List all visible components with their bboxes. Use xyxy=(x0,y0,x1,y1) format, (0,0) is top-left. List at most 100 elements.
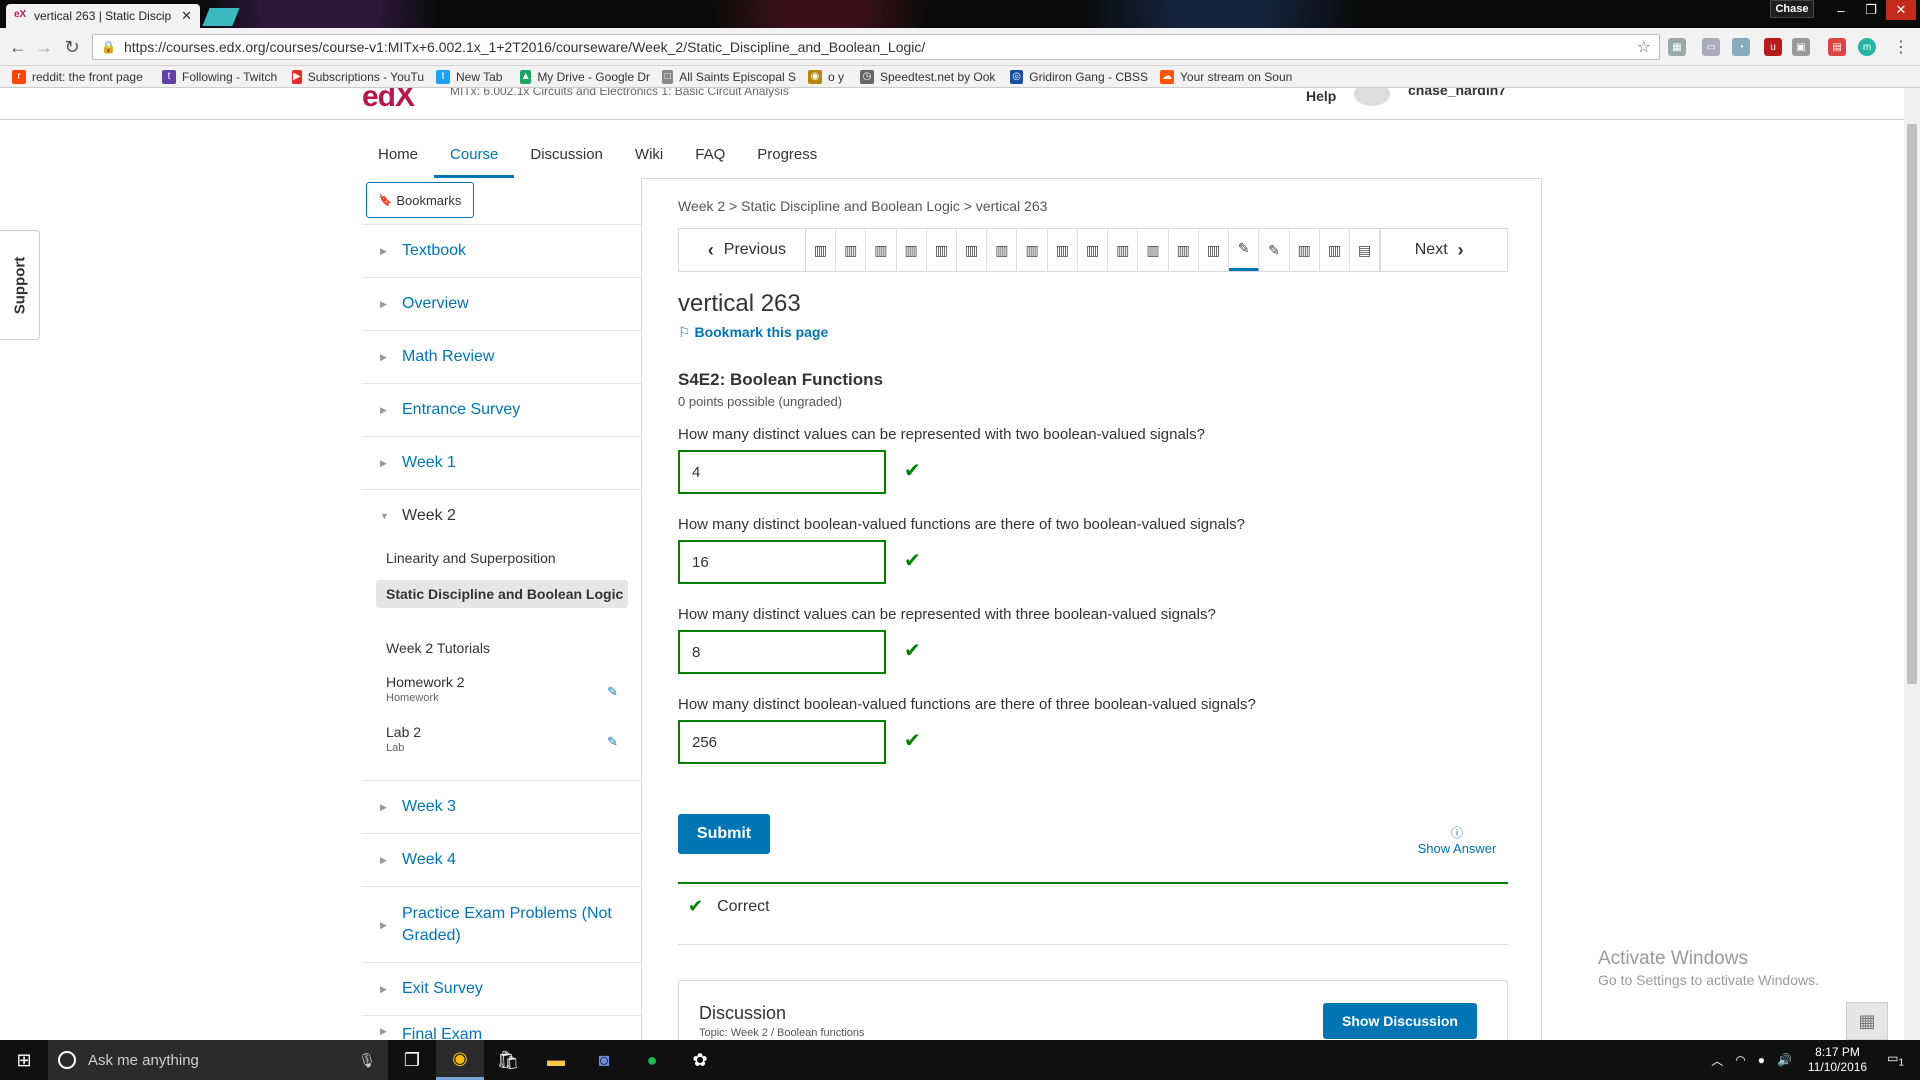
chapter-practice-exam[interactable]: ▶ Practice Exam Problems (Not Graded) xyxy=(362,886,641,962)
submit-button[interactable]: Submit xyxy=(678,814,770,854)
bookmark-page-button[interactable]: ⚐ Bookmark this page xyxy=(678,324,828,341)
calculator-icon[interactable]: ▦ xyxy=(1846,1002,1888,1040)
section-week2-tutorials[interactable]: Week 2 Tutorials xyxy=(376,640,628,656)
forward-arrow-icon[interactable]: → xyxy=(32,36,56,58)
tab-home[interactable]: Home xyxy=(362,138,434,178)
seq-tab-video[interactable]: ▥ xyxy=(1138,229,1169,271)
answer-input[interactable]: 16 xyxy=(678,540,886,584)
address-bar[interactable]: 🔒 https://courses.edx.org/courses/course… xyxy=(92,34,1660,60)
chapter-week-1[interactable]: ▶ Week 1 xyxy=(362,436,641,489)
avatar[interactable] xyxy=(1354,88,1390,106)
browser-tab-active[interactable]: eX vertical 263 | Static Discip ✕ xyxy=(6,4,200,28)
bookmark-item[interactable]: ☁ Your stream on Soun xyxy=(1160,69,1298,84)
clock[interactable]: 8:17 PM 11/10/2016 xyxy=(1808,1045,1867,1075)
back-arrow-icon[interactable]: ← xyxy=(6,36,30,58)
bookmark-star-icon[interactable]: ☆ xyxy=(1637,37,1651,57)
seq-tab-video[interactable]: ▥ xyxy=(1048,229,1078,271)
seq-tab-problem-active[interactable]: ✎ xyxy=(1229,229,1260,271)
bookmark-item[interactable]: ◷ Speedtest.net by Ook xyxy=(860,69,998,84)
extension-icon[interactable]: ◔ xyxy=(1732,38,1750,56)
section-homework-2[interactable]: Homework 2 Homework ✎ xyxy=(376,674,628,704)
bookmark-item[interactable]: ◎ Gridiron Gang - CBSS xyxy=(1010,69,1148,84)
extension-icon[interactable]: ▭ xyxy=(1702,38,1720,56)
microphone-icon[interactable]: 🎙 xyxy=(358,1052,376,1069)
seq-tab-video[interactable]: ▥ xyxy=(897,229,927,271)
chrome-menu-icon[interactable]: ⋮ xyxy=(1892,38,1910,56)
seq-tab-video[interactable]: ▥ xyxy=(927,229,957,271)
chapter-overview[interactable]: ▶ Overview xyxy=(362,277,641,330)
seq-tab-video[interactable]: ▥ xyxy=(1169,229,1199,271)
bookmark-item[interactable]: ▶ Subscriptions - YouTu xyxy=(292,69,424,84)
bookmark-item[interactable]: r reddit: the front page xyxy=(12,69,150,84)
wifi-icon[interactable]: ◠ xyxy=(1735,1053,1745,1067)
seq-tab-video[interactable]: ▥ xyxy=(1017,229,1048,271)
show-answer-button[interactable]: ⓘ Show Answer xyxy=(1402,824,1512,856)
tab-discussion[interactable]: Discussion xyxy=(514,138,619,178)
extension-icon[interactable]: ▦ xyxy=(1668,38,1686,56)
extension-icon[interactable]: ▤ xyxy=(1828,38,1846,56)
window-close-icon[interactable]: ✕ xyxy=(1886,0,1916,20)
bookmarks-button[interactable]: 🔖 Bookmarks xyxy=(366,182,474,218)
bookmark-item[interactable]: ◉ o y xyxy=(808,69,848,84)
ublock-icon[interactable]: u xyxy=(1764,38,1782,56)
file-explorer-icon[interactable]: ▬ xyxy=(532,1040,580,1080)
chapter-week-4[interactable]: ▶ Week 4 xyxy=(362,833,641,886)
reload-icon[interactable]: ↻ xyxy=(60,36,84,58)
seq-tab-video[interactable]: ▥ xyxy=(1108,229,1139,271)
notifications-icon[interactable]: ▭1 xyxy=(1887,1051,1904,1068)
chapter-week-3[interactable]: ▶ Week 3 xyxy=(362,780,641,833)
seq-tab-video[interactable]: ▥ xyxy=(987,229,1018,271)
tab-close-icon[interactable]: ✕ xyxy=(181,8,192,24)
seq-tab-problem[interactable]: ✎ xyxy=(1259,229,1290,271)
tab-progress[interactable]: Progress xyxy=(741,138,833,178)
tab-course[interactable]: Course xyxy=(434,138,515,178)
windows-start-icon[interactable]: ⊞ xyxy=(0,1040,48,1080)
seq-tab-video[interactable]: ▥ xyxy=(1320,229,1351,271)
chevron-up-icon[interactable]: ︿ xyxy=(1711,1052,1723,1069)
chapter-week-2[interactable]: ▼ Week 2 xyxy=(362,489,641,542)
chapter-final-exam[interactable]: ▶ Final Exam xyxy=(362,1015,641,1040)
bookmark-item[interactable]: t Following - Twitch xyxy=(162,69,280,84)
help-link[interactable]: Help xyxy=(1306,88,1336,104)
bookmark-item[interactable]: □ All Saints Episcopal S xyxy=(662,69,796,84)
spotify-icon[interactable]: ● xyxy=(628,1040,676,1080)
extension-icon[interactable]: ▣ xyxy=(1792,38,1810,56)
tab-wiki[interactable]: Wiki xyxy=(619,138,679,178)
minimize-icon[interactable]: – xyxy=(1826,0,1856,20)
bookmark-item[interactable]: ▲ My Drive - Google Dr xyxy=(520,69,650,84)
chapter-exit-survey[interactable]: ▶ Exit Survey xyxy=(362,962,641,1015)
section-static-discipline[interactable]: Static Discipline and Boolean Logic xyxy=(376,580,628,608)
seq-tab-video[interactable]: ▥ xyxy=(1078,229,1109,271)
seq-tab-video[interactable]: ▥ xyxy=(836,229,867,271)
chrome-icon[interactable]: ◉ xyxy=(436,1040,484,1080)
edx-logo[interactable]: edX xyxy=(362,88,415,114)
extension-icon[interactable]: m xyxy=(1858,38,1876,56)
scrollbar-thumb[interactable] xyxy=(1907,124,1917,684)
answer-input[interactable]: 256 xyxy=(678,720,886,764)
username-menu[interactable]: chase_hardin7 xyxy=(1408,88,1506,98)
tab-faq[interactable]: FAQ xyxy=(679,138,741,178)
store-icon[interactable]: 🛍 xyxy=(484,1040,532,1080)
show-discussion-button[interactable]: Show Discussion xyxy=(1323,1003,1477,1039)
volume-icon[interactable]: 🔊 xyxy=(1777,1053,1792,1067)
seq-tab-video[interactable]: ▥ xyxy=(1199,229,1230,271)
chapter-math-review[interactable]: ▶ Math Review xyxy=(362,330,641,383)
seq-tab-video[interactable]: ▥ xyxy=(957,229,988,271)
seq-tab-other[interactable]: ▤ xyxy=(1350,229,1381,271)
seq-tab-video[interactable]: ▥ xyxy=(1290,229,1320,271)
chrome-tray-icon[interactable]: ● xyxy=(1758,1053,1765,1067)
answer-input[interactable]: 4 xyxy=(678,450,886,494)
browser-profile-button[interactable]: Chase xyxy=(1770,0,1814,18)
seq-tab-video[interactable]: ▥ xyxy=(806,229,837,271)
support-button[interactable]: Support xyxy=(0,230,40,340)
previous-button[interactable]: ‹ Previous xyxy=(679,229,806,271)
chapter-textbook[interactable]: ▶ Textbook xyxy=(362,224,641,277)
seq-tab-video[interactable]: ▥ xyxy=(866,229,897,271)
section-lab-2[interactable]: Lab 2 Lab ✎ xyxy=(376,724,628,754)
chapter-entrance-survey[interactable]: ▶ Entrance Survey xyxy=(362,383,641,436)
page-scrollbar[interactable] xyxy=(1904,88,1920,1040)
answer-input[interactable]: 8 xyxy=(678,630,886,674)
discord-icon[interactable]: ◙ xyxy=(580,1040,628,1080)
app-icon[interactable]: ✿ xyxy=(676,1040,724,1080)
next-button[interactable]: Next › xyxy=(1380,229,1507,271)
